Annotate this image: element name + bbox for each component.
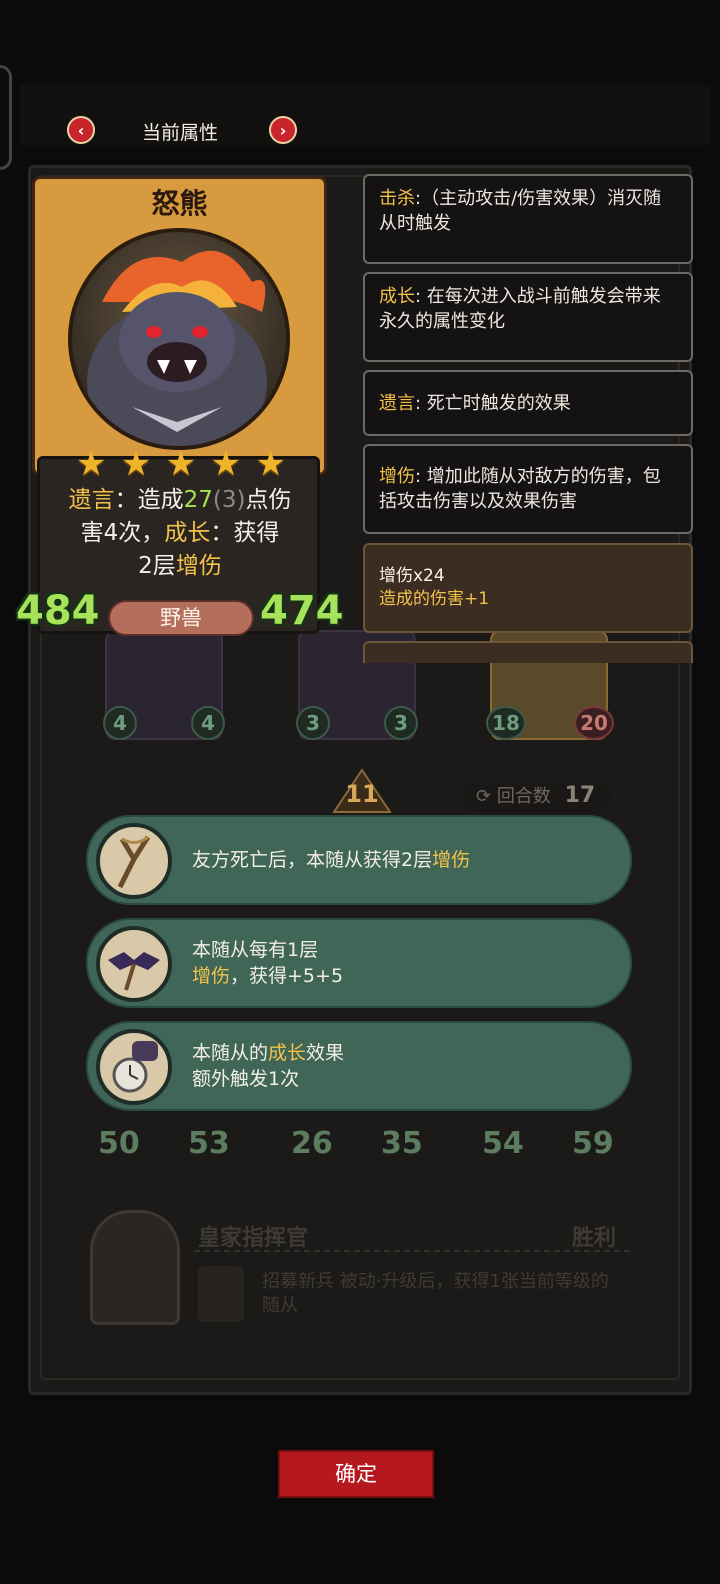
keyword-growth: 成长 (268, 1042, 307, 1064)
keyword-damage-up: 增伤 (175, 553, 222, 579)
commander-result: 胜利 (572, 1226, 617, 1251)
desc-text: 害4次， (80, 520, 165, 546)
tooltip-text: : 在每次进入战斗前触发会带来永久的属性变化 (379, 286, 661, 332)
tooltip-text: : 增加此随从对敌方的伤害，包括攻击伤害以及效果伤害 (379, 466, 661, 512)
card-description: 遗言：造成27(3)点伤 害4次，成长：获得 2层增伤 (46, 484, 314, 583)
keyword-tooltip-kill: 击杀:（主动攻击/伤害效果）消灭随从时触发 (363, 174, 693, 264)
base-damage-value: (3) (212, 487, 246, 513)
commander-name: 皇家指挥官 (198, 1226, 309, 1251)
keyword-tooltip-damage-up: 增伤: 增加此随从对敌方的伤害，包括攻击伤害以及效果伤害 (363, 444, 693, 534)
desc-text: 点伤 (245, 487, 292, 513)
bat-icon (96, 926, 172, 1002)
minion-health: 20 (574, 706, 614, 740)
minion-health: 35 (381, 1126, 423, 1161)
confirm-button[interactable]: 确定 (278, 1450, 434, 1498)
tooltip-keyword: 击杀 (379, 188, 415, 209)
minion-attack: 54 (482, 1126, 524, 1161)
refresh-icon: ⟳ (476, 786, 492, 807)
round-counter: ⟳ 回合数 17 (462, 780, 612, 812)
slingshot-icon (96, 823, 172, 899)
relic-text: ，获得+5+5 (230, 965, 344, 987)
buff-effect: 造成的伤害+1 (379, 589, 490, 609)
commander-skill: 招募新兵 被动·升级后，获得1张当前等级的随从 (262, 1271, 609, 1316)
side-frame (0, 65, 12, 170)
relic-row: 本随从每有1层 增伤，获得+5+5 (86, 918, 632, 1008)
minion-health: 53 (188, 1126, 230, 1161)
commander-portrait (90, 1210, 180, 1325)
minion-health: 3 (384, 706, 418, 740)
relic-text: 本随从的 (192, 1042, 269, 1064)
tooltip-keyword: 增伤 (379, 466, 415, 487)
desc-text: ：造成 (114, 487, 184, 513)
minion-attack: 26 (291, 1126, 333, 1161)
prev-button[interactable]: ‹ (67, 116, 95, 144)
star-rating: ★ ★ ★ ★ ★ (76, 446, 286, 482)
buff-panel-next (363, 641, 693, 663)
star-icon: ★ (165, 444, 197, 484)
keyword-damage-up: 增伤 (192, 965, 231, 987)
tribe-badge: 野兽 (108, 600, 254, 636)
minion-portrait (68, 228, 290, 450)
header-bar (0, 65, 720, 170)
minion-health: 4 (191, 706, 225, 740)
desc-text: ：获得 (210, 520, 280, 546)
minion-attack: 18 (486, 706, 526, 740)
clock-hand-icon (96, 1029, 172, 1105)
rounds-label: 回合数 (496, 786, 551, 807)
relic-text: 额外触发1次 (192, 1068, 300, 1090)
keyword-deathrattle: 遗言 (68, 487, 115, 513)
tooltip-text: : 死亡时触发的效果 (415, 393, 571, 414)
relic-text: 本随从每有1层 (192, 939, 319, 961)
relic-row: 友方死亡后，本随从获得2层增伤 (86, 815, 632, 905)
header-strip (20, 85, 710, 145)
keyword-tooltip-deathrattle: 遗言: 死亡时触发的效果 (363, 370, 693, 436)
attack-value: 484 (16, 588, 100, 634)
minion-attack: 4 (103, 706, 137, 740)
star-icon: ★ (210, 444, 242, 484)
divider (194, 1250, 630, 1252)
rounds-value: 17 (564, 783, 596, 808)
minion-card: 怒熊 ★ ★ ★ ★ ★ 遗言：造成27(3)点伤 害4次，成长：获得 2层增伤… (16, 176, 344, 646)
tooltip-keyword: 遗言 (379, 393, 415, 414)
commander-panel: 皇家指挥官 胜利 招募新兵 被动·升级后，获得1张当前等级的随从 (86, 1210, 632, 1330)
relic-row: 本随从的成长效果 额外触发1次 (86, 1021, 632, 1111)
health-value: 474 (260, 588, 344, 634)
tooltip-keyword: 成长 (379, 286, 415, 307)
next-button[interactable]: › (269, 116, 297, 144)
page-title: 当前属性 (141, 122, 218, 144)
tooltip-text: :（主动攻击/伤害效果）消灭随从时触发 (379, 188, 662, 234)
skill-icon (198, 1266, 244, 1322)
keyword-tooltip-growth: 成长: 在每次进入战斗前触发会带来永久的属性变化 (363, 272, 693, 362)
keyword-damage-up: 增伤 (432, 849, 471, 871)
star-icon: ★ (76, 444, 107, 484)
damage-value: 27 (183, 487, 213, 513)
bear-icon (87, 250, 267, 446)
relic-text: 效果 (306, 1042, 345, 1064)
buff-name: 增伤x24 (379, 566, 445, 586)
keyword-growth: 成长 (164, 520, 211, 546)
desc-text: 2层 (138, 553, 176, 579)
minion-attack: 50 (98, 1126, 140, 1161)
buff-panel: 增伤x24 造成的伤害+1 (363, 543, 693, 633)
tavern-rank-badge: 11 (332, 768, 392, 814)
relic-text: 友方死亡后，本随从获得2层 (192, 849, 433, 871)
minion-health: 59 (572, 1126, 614, 1161)
star-icon: ★ (120, 444, 152, 484)
minion-attack: 3 (296, 706, 330, 740)
star-icon: ★ (255, 444, 286, 484)
tavern-rank: 11 (345, 780, 379, 808)
card-name: 怒熊 (151, 187, 208, 220)
